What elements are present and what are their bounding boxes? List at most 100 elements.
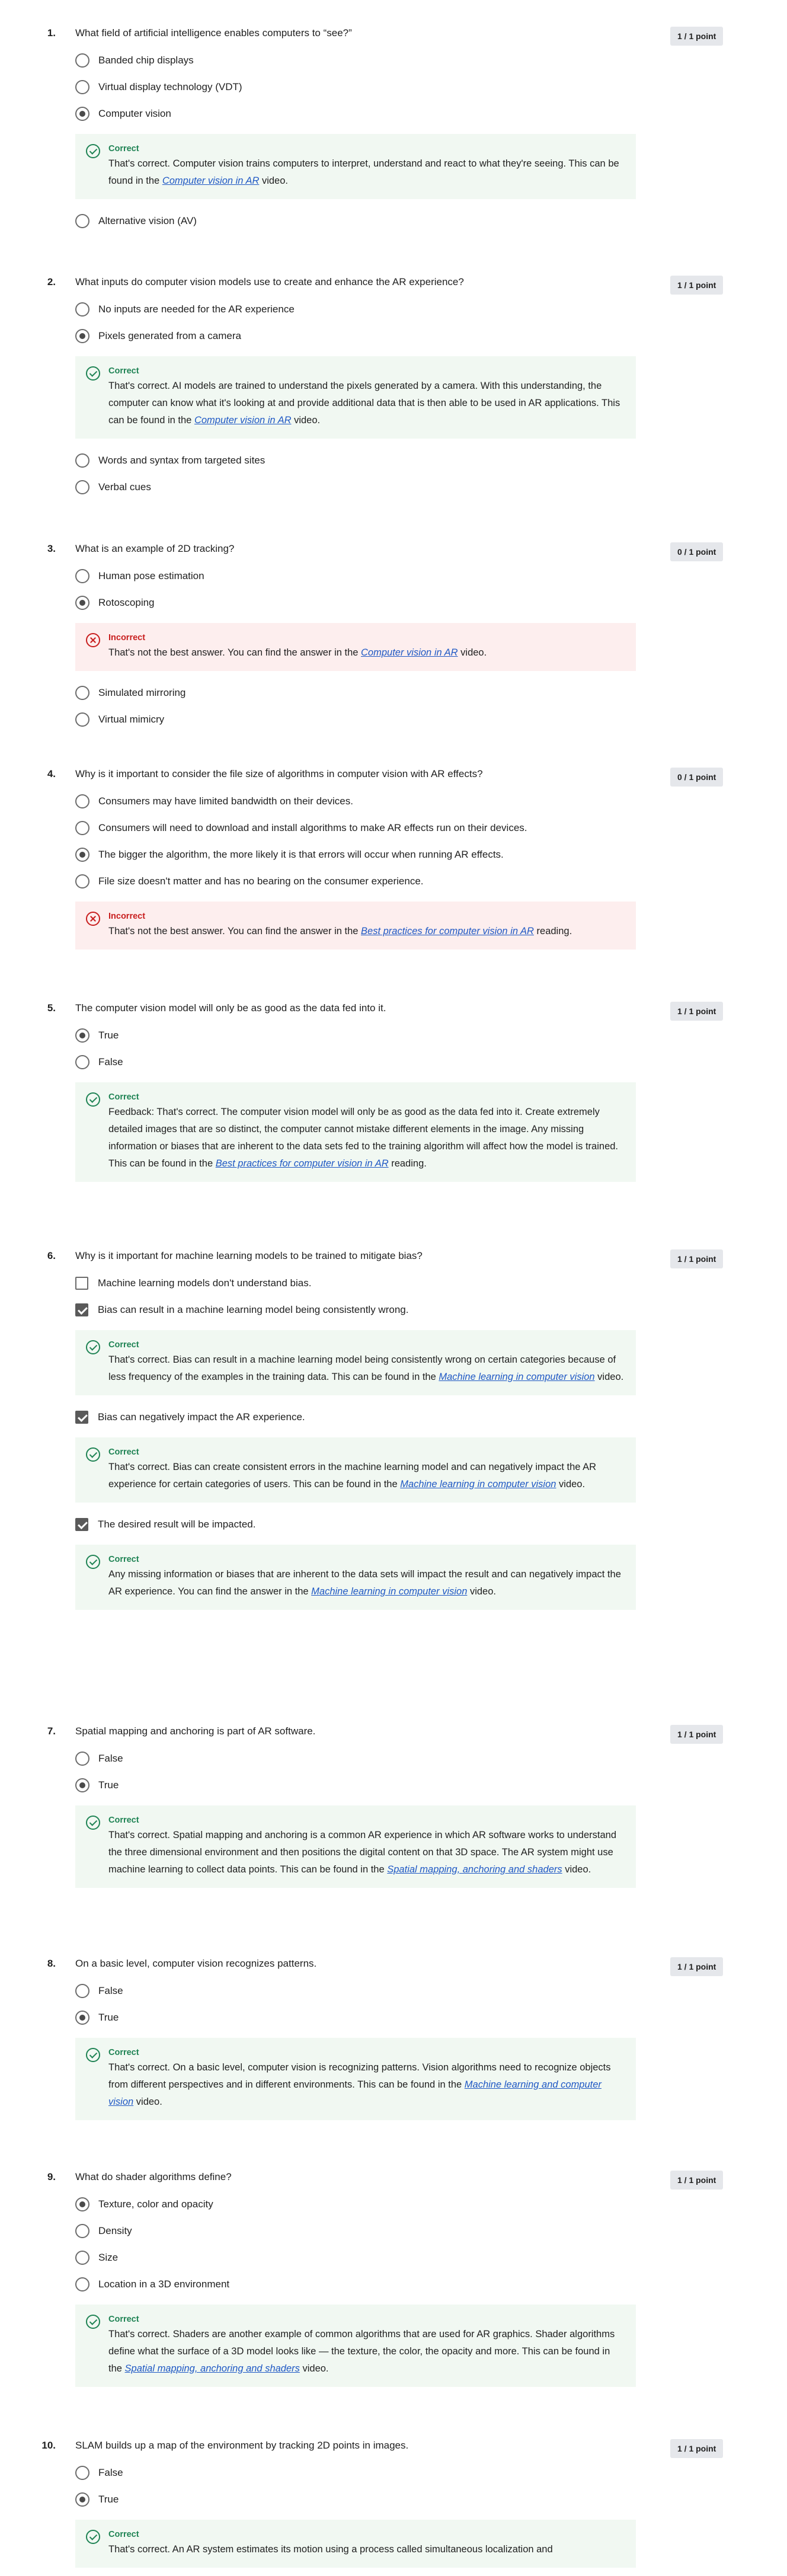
feedback-status: Incorrect — [108, 912, 146, 921]
radio-option[interactable]: True — [75, 1772, 636, 1798]
question-number: 3. — [47, 543, 56, 554]
checkbox-option[interactable]: Bias can negatively impact the AR experi… — [75, 1404, 636, 1430]
radio-option[interactable]: Banded chip displays — [75, 47, 636, 73]
radio-button-icon[interactable] — [75, 79, 89, 94]
option-label: Simulated mirroring — [98, 686, 186, 698]
radio-button-icon[interactable] — [75, 480, 89, 494]
radio-option[interactable]: Density — [75, 2217, 636, 2244]
feedback-text-after: video. — [562, 1864, 591, 1875]
question-2: 2. What inputs do computer vision models … — [0, 276, 787, 500]
feedback-correct: Correct That's correct. Spatial mapping a… — [75, 1805, 636, 1888]
resource-link[interactable]: Machine learning in computer vision — [400, 1479, 556, 1490]
radio-option[interactable]: Computer vision — [75, 100, 636, 127]
checkbox-icon[interactable] — [75, 1517, 88, 1531]
radio-button-icon[interactable] — [75, 2197, 89, 2211]
option-label: Virtual display technology (VDT) — [98, 81, 242, 92]
radio-button-icon[interactable] — [75, 2010, 89, 2025]
radio-button-icon[interactable] — [75, 685, 89, 700]
checkbox-icon[interactable] — [75, 1410, 88, 1424]
question-number: 10. — [41, 2440, 56, 2451]
radio-button-icon[interactable] — [75, 2492, 89, 2507]
radio-button-icon[interactable] — [75, 2465, 89, 2480]
radio-button-icon[interactable] — [75, 874, 89, 889]
radio-button-icon[interactable] — [75, 1054, 89, 1069]
radio-option[interactable]: True — [75, 1022, 636, 1049]
feedback-text: That's correct. Shaders are another exam… — [108, 2326, 624, 2377]
radio-button-icon[interactable] — [75, 794, 89, 808]
radio-option[interactable]: Texture, color and opacity — [75, 2191, 636, 2217]
radio-button-icon[interactable] — [75, 453, 89, 468]
resource-link[interactable]: Spatial mapping, anchoring and shaders — [125, 2363, 300, 2374]
feedback-text: Any missing information or biases that a… — [108, 1566, 624, 1600]
answer-options: No inputs are needed for the AR experien… — [75, 296, 636, 500]
radio-option[interactable]: Size — [75, 2244, 636, 2271]
radio-button-icon[interactable] — [75, 1778, 89, 1792]
radio-option[interactable]: Virtual display technology (VDT) — [75, 73, 636, 100]
radio-option[interactable]: Human pose estimation — [75, 562, 636, 589]
radio-button-icon[interactable] — [75, 712, 89, 727]
checkbox-icon[interactable] — [75, 1303, 88, 1316]
feedback-text: That's correct. Bias can create consiste… — [108, 1459, 624, 1493]
radio-button-icon[interactable] — [75, 328, 89, 343]
radio-option[interactable]: Words and syntax from targeted sites — [75, 447, 636, 474]
radio-option[interactable]: The bigger the algorithm, the more likel… — [75, 841, 636, 868]
radio-option[interactable]: Simulated mirroring — [75, 679, 636, 706]
feedback-text-before: That's not the best answer. You can find… — [108, 647, 361, 658]
feedback-text: That's correct. An AR system estimates i… — [108, 2541, 624, 2558]
feedback-text: That's correct. Bias can result in a mac… — [108, 1351, 624, 1386]
radio-button-icon[interactable] — [75, 847, 89, 862]
radio-option[interactable]: False — [75, 2459, 636, 2486]
option-label: Texture, color and opacity — [98, 2198, 213, 2210]
radio-button-icon[interactable] — [75, 106, 89, 121]
radio-option[interactable]: False — [75, 1049, 636, 1075]
checkbox-option[interactable]: The desired result will be impacted. — [75, 1511, 636, 1538]
option-label: Consumers may have limited bandwidth on … — [98, 795, 353, 807]
radio-option[interactable]: False — [75, 1977, 636, 2004]
resource-link[interactable]: Best practices for computer vision in AR — [361, 926, 534, 937]
radio-button-icon[interactable] — [75, 302, 89, 317]
resource-link[interactable]: Computer vision in AR — [194, 415, 292, 426]
resource-link[interactable]: Machine learning in computer vision — [439, 1372, 594, 1382]
radio-option[interactable]: Rotoscoping — [75, 589, 636, 616]
radio-button-icon[interactable] — [75, 820, 89, 835]
feedback-correct: Correct Any missing information or biases… — [75, 1545, 636, 1610]
option-label: Rotoscoping — [98, 596, 155, 608]
resource-link[interactable]: Best practices for computer vision in AR — [216, 1158, 389, 1169]
resource-link[interactable]: Spatial mapping, anchoring and shaders — [387, 1864, 562, 1875]
radio-button-icon[interactable] — [75, 1983, 89, 1998]
radio-option[interactable]: Virtual mimicry — [75, 706, 636, 733]
resource-link[interactable]: Computer vision in AR — [361, 647, 458, 658]
radio-button-icon[interactable] — [75, 1028, 89, 1043]
radio-button-icon[interactable] — [75, 595, 89, 610]
radio-option[interactable]: Consumers will need to download and inst… — [75, 814, 636, 841]
radio-option[interactable]: Verbal cues — [75, 474, 636, 500]
points-badge: 1 / 1 point — [670, 2171, 724, 2190]
option-label: Density — [98, 2225, 132, 2236]
question-text: What inputs do computer vision models us… — [75, 276, 464, 287]
radio-option[interactable]: True — [75, 2004, 636, 2031]
check-circle-icon — [86, 1816, 100, 1830]
radio-button-icon[interactable] — [75, 53, 89, 68]
radio-button-icon[interactable] — [75, 568, 89, 583]
radio-option[interactable]: File size doesn't matter and has no bear… — [75, 868, 636, 894]
radio-button-icon[interactable] — [75, 1751, 89, 1766]
checkbox-option[interactable]: Machine learning models don't understand… — [75, 1270, 636, 1296]
radio-button-icon[interactable] — [75, 2250, 89, 2265]
radio-button-icon[interactable] — [75, 213, 89, 228]
feedback-status: Correct — [108, 1447, 139, 1457]
radio-button-icon[interactable] — [75, 2223, 89, 2238]
radio-option[interactable]: True — [75, 2486, 636, 2513]
radio-button-icon[interactable] — [75, 2277, 89, 2291]
radio-option[interactable]: No inputs are needed for the AR experien… — [75, 296, 636, 322]
radio-option[interactable]: Alternative vision (AV) — [75, 207, 636, 234]
radio-option[interactable]: False — [75, 1745, 636, 1772]
radio-option[interactable]: Consumers may have limited bandwidth on … — [75, 788, 636, 814]
resource-link[interactable]: Machine learning in computer vision — [311, 1586, 467, 1597]
radio-option[interactable]: Pixels generated from a camera — [75, 322, 636, 349]
checkbox-icon[interactable] — [75, 1276, 88, 1290]
resource-link[interactable]: Computer vision in AR — [162, 175, 260, 186]
feedback-status: Correct — [108, 144, 139, 154]
question-8: 8. On a basic level, computer vision reco… — [0, 1957, 787, 2128]
checkbox-option[interactable]: Bias can result in a machine learning mo… — [75, 1296, 636, 1323]
radio-option[interactable]: Location in a 3D environment — [75, 2271, 636, 2297]
